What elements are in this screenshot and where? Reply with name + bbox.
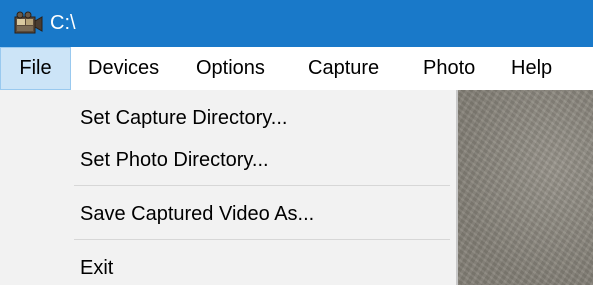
- video-preview: [458, 90, 593, 285]
- menu-devices[interactable]: Devices: [88, 47, 159, 90]
- menu-separator: [74, 239, 450, 240]
- menu-help[interactable]: Help: [511, 47, 552, 90]
- menu-bar: File Devices Options Capture Photo Help: [0, 47, 593, 90]
- camera-app-icon[interactable]: [14, 11, 44, 36]
- window-title: C:\: [50, 12, 76, 34]
- menu-separator: [74, 185, 450, 186]
- menu-capture[interactable]: Capture: [308, 47, 379, 90]
- menu-item-save-captured-video-as[interactable]: Save Captured Video As...: [80, 201, 314, 227]
- menu-options[interactable]: Options: [196, 47, 265, 90]
- menu-photo[interactable]: Photo: [423, 47, 475, 90]
- menu-icon-gutter: [0, 90, 70, 285]
- menu-item-set-capture-directory[interactable]: Set Capture Directory...: [80, 105, 287, 131]
- menu-file[interactable]: File: [0, 47, 71, 90]
- menu-item-exit[interactable]: Exit: [80, 255, 113, 281]
- menu-item-set-photo-directory[interactable]: Set Photo Directory...: [80, 147, 269, 173]
- file-dropdown-menu: Set Capture Directory... Set Photo Direc…: [0, 90, 458, 285]
- title-bar: C:\: [0, 0, 593, 47]
